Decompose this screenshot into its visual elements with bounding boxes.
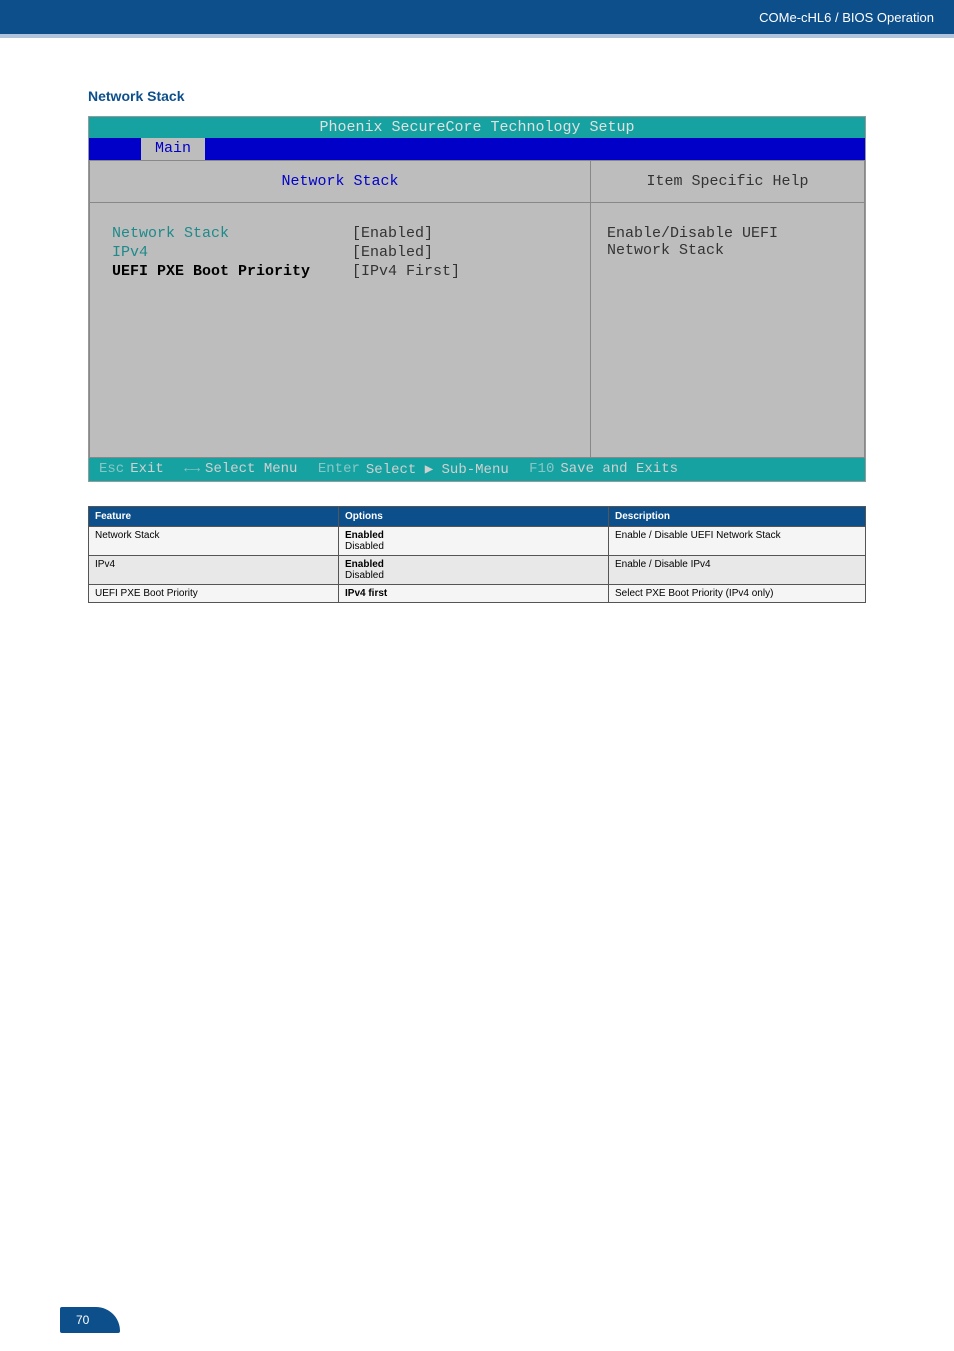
cell-feature: UEFI PXE Boot Priority xyxy=(89,585,339,603)
bios-footer: Esc Exit ←→ Select Menu Enter Select ▶ S… xyxy=(89,458,865,481)
opt-bold: IPv4 first xyxy=(345,588,387,599)
bios-tab-main[interactable]: Main xyxy=(141,138,205,160)
opt-rest: Disabled xyxy=(345,570,384,581)
page-content: Network Stack Phoenix SecureCore Technol… xyxy=(0,38,954,603)
key-enter: Enter xyxy=(318,461,360,478)
bios-value: [IPv4 First] xyxy=(352,263,460,280)
breadcrumb: COMe-cHL6 / BIOS Operation xyxy=(759,10,934,25)
cell-options: IPv4 first xyxy=(339,585,609,603)
label-select-sub: Select ▶ Sub-Menu xyxy=(366,461,509,478)
bios-value: [Enabled] xyxy=(352,244,433,261)
key-arrows: ←→ xyxy=(184,461,199,478)
cell-desc: Select PXE Boot Priority (IPv4 only) xyxy=(609,585,866,603)
cell-options: Enabled Disabled xyxy=(339,527,609,556)
bios-value: [Enabled] xyxy=(352,225,433,242)
bios-label: Network Stack xyxy=(112,225,352,242)
table-row: UEFI PXE Boot Priority IPv4 first Select… xyxy=(89,585,866,603)
cell-desc: Enable / Disable IPv4 xyxy=(609,556,866,585)
bios-row-uefi-pxe[interactable]: UEFI PXE Boot Priority [IPv4 First] xyxy=(112,263,568,280)
th-description: Description xyxy=(609,507,866,527)
bios-left-title: Network Stack xyxy=(90,161,590,203)
bios-left-pane: Network Stack Network Stack [Enabled] IP… xyxy=(89,160,591,458)
bios-right-pane: Item Specific Help Enable/Disable UEFI N… xyxy=(591,160,865,458)
feature-table: Feature Options Description Network Stac… xyxy=(88,506,866,603)
table-header-row: Feature Options Description xyxy=(89,507,866,527)
th-options: Options xyxy=(339,507,609,527)
bios-label: UEFI PXE Boot Priority xyxy=(112,263,352,280)
bios-label: IPv4 xyxy=(112,244,352,261)
cell-options: Enabled Disabled xyxy=(339,556,609,585)
bios-right-title: Item Specific Help xyxy=(591,161,864,203)
bios-row-ipv4[interactable]: IPv4 [Enabled] xyxy=(112,244,568,261)
label-select-menu: Select Menu xyxy=(205,461,297,478)
bios-body: Network Stack Network Stack [Enabled] IP… xyxy=(89,160,865,458)
bios-tabbar: Main xyxy=(89,138,865,160)
opt-rest: Disabled xyxy=(345,541,384,552)
table-row: Network Stack Enabled Disabled Enable / … xyxy=(89,527,866,556)
page-number: 70 xyxy=(60,1307,120,1333)
bios-help-text: Enable/Disable UEFI Network Stack xyxy=(591,203,864,281)
opt-bold: Enabled xyxy=(345,559,384,570)
bios-settings: Network Stack [Enabled] IPv4 [Enabled] U… xyxy=(90,203,590,304)
help-line: Network Stack xyxy=(607,242,848,259)
th-feature: Feature xyxy=(89,507,339,527)
opt-bold: Enabled xyxy=(345,530,384,541)
label-exit: Exit xyxy=(130,461,164,478)
key-f10: F10 xyxy=(529,461,554,478)
bios-row-network-stack[interactable]: Network Stack [Enabled] xyxy=(112,225,568,242)
bios-screenshot: Phoenix SecureCore Technology Setup Main… xyxy=(88,116,866,482)
key-esc: Esc xyxy=(99,461,124,478)
cell-desc: Enable / Disable UEFI Network Stack xyxy=(609,527,866,556)
cell-feature: Network Stack xyxy=(89,527,339,556)
bios-title: Phoenix SecureCore Technology Setup xyxy=(89,117,865,138)
header-bar: COMe-cHL6 / BIOS Operation xyxy=(0,0,954,38)
label-save: Save and Exits xyxy=(560,461,678,478)
help-line: Enable/Disable UEFI xyxy=(607,225,848,242)
cell-feature: IPv4 xyxy=(89,556,339,585)
section-title: Network Stack xyxy=(88,88,866,104)
table-row: IPv4 Enabled Disabled Enable / Disable I… xyxy=(89,556,866,585)
